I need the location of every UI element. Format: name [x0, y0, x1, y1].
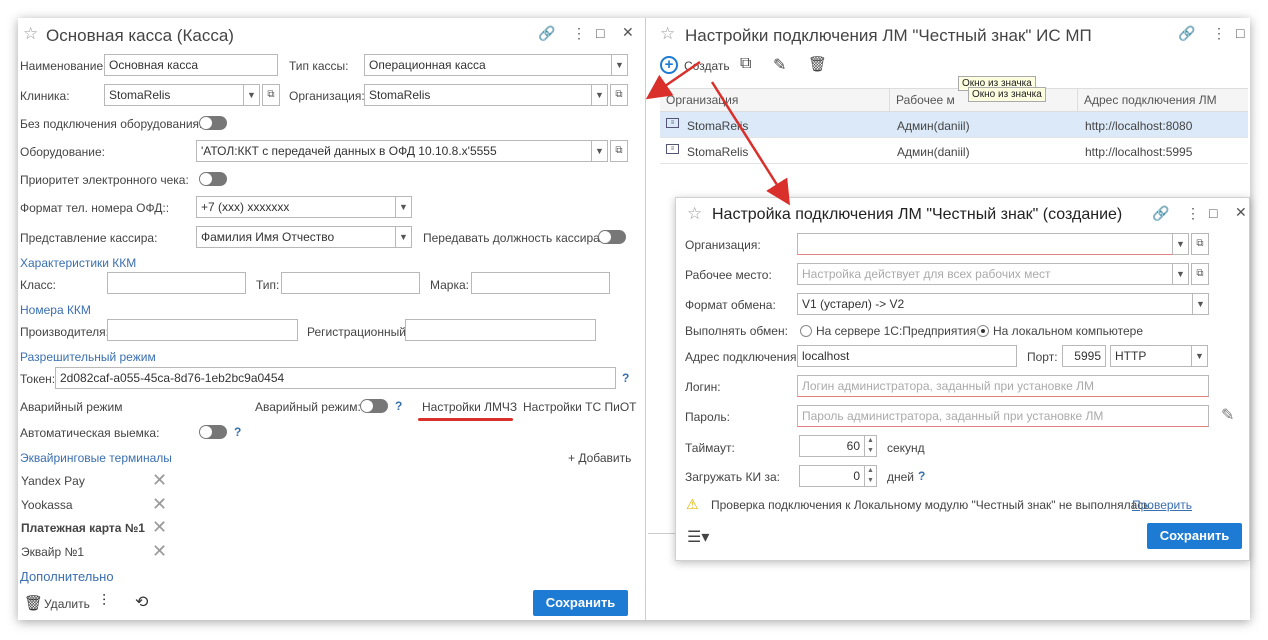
annotation-arrow	[645, 60, 701, 100]
annotation-arrows	[645, 60, 791, 206]
annotation-arrow	[710, 81, 791, 206]
